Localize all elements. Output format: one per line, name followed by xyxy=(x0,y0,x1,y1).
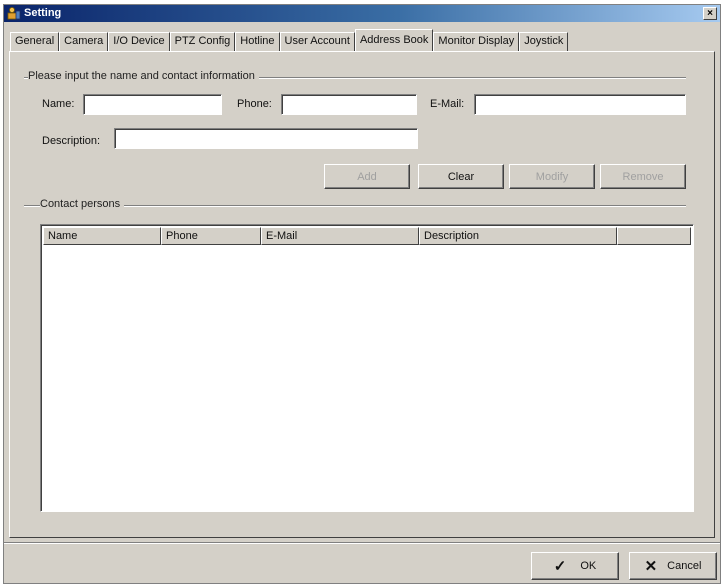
remove-button[interactable]: Remove xyxy=(600,164,686,189)
column-header-filler xyxy=(617,227,691,245)
name-input[interactable] xyxy=(83,94,222,115)
email-input[interactable] xyxy=(474,94,686,115)
tab-monitor-display[interactable]: Monitor Display xyxy=(433,32,520,51)
ok-button[interactable]: ✓ OK xyxy=(531,552,619,580)
column-header-phone[interactable]: Phone xyxy=(161,227,261,245)
name-label: Name: xyxy=(42,98,75,110)
close-icon: × xyxy=(707,8,713,19)
phone-label: Phone: xyxy=(237,98,272,110)
column-header-description[interactable]: Description xyxy=(419,227,617,245)
column-header-name[interactable]: Name xyxy=(43,227,161,245)
tab-strip: General Camera I/O Device PTZ Config Hot… xyxy=(10,29,569,51)
close-button[interactable]: × xyxy=(703,7,717,20)
footer-divider xyxy=(4,542,720,544)
title-bar[interactable]: Setting × xyxy=(4,5,720,22)
contacts-group-label: Contact persons xyxy=(40,198,125,210)
clear-button[interactable]: Clear xyxy=(418,164,504,189)
input-group-label: Please input the name and contact inform… xyxy=(28,70,259,82)
ok-label: OK xyxy=(580,560,597,572)
phone-input[interactable] xyxy=(281,94,417,115)
cancel-label: Cancel xyxy=(667,560,702,572)
window-title: Setting xyxy=(24,7,62,19)
tab-ptz-config[interactable]: PTZ Config xyxy=(169,32,236,51)
tab-user-account[interactable]: User Account xyxy=(279,32,355,51)
checkmark-icon: ✓ xyxy=(553,558,567,575)
tab-address-book[interactable]: Address Book xyxy=(354,29,434,51)
settings-window: Setting × General Camera I/O Device PTZ … xyxy=(3,4,721,584)
tab-io-device[interactable]: I/O Device xyxy=(108,32,170,51)
column-header-email[interactable]: E-Mail xyxy=(261,227,419,245)
add-button[interactable]: Add xyxy=(324,164,410,189)
description-input[interactable] xyxy=(114,128,418,149)
tab-camera[interactable]: Camera xyxy=(59,32,109,51)
description-label: Description: xyxy=(42,135,101,147)
tab-joystick[interactable]: Joystick xyxy=(519,32,569,51)
tab-hotline[interactable]: Hotline xyxy=(235,32,280,51)
modify-button[interactable]: Modify xyxy=(509,164,595,189)
x-cross-icon: ✕ xyxy=(644,558,658,575)
email-label: E-Mail: xyxy=(430,98,465,110)
contacts-list-header: Name Phone E-Mail Description xyxy=(43,227,691,245)
settings-app-icon xyxy=(7,7,21,20)
tab-general[interactable]: General xyxy=(10,32,60,51)
contacts-list[interactable]: Name Phone E-Mail Description xyxy=(40,224,694,512)
cancel-button[interactable]: ✕ Cancel xyxy=(629,552,717,580)
